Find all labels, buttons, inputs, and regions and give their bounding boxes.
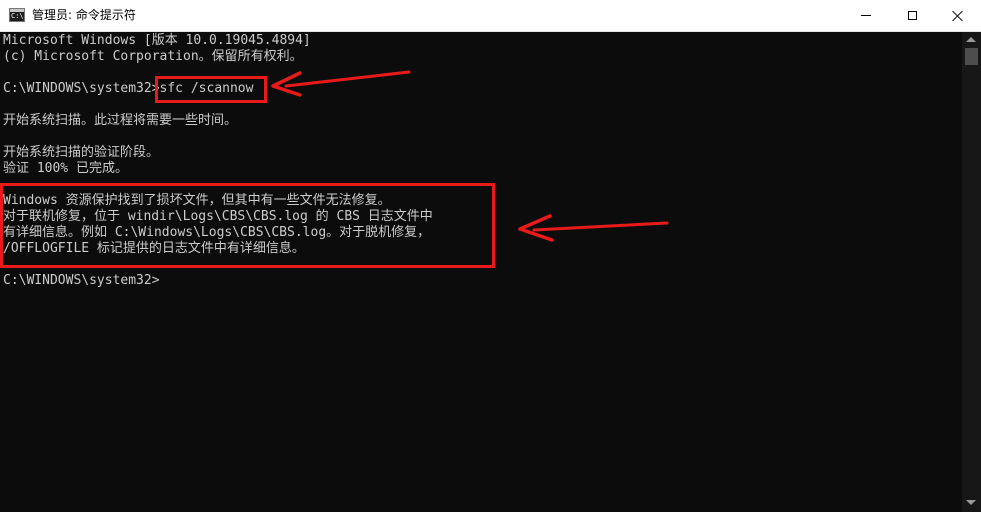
result-line: 有详细信息。例如 C:\Windows\Logs\CBS\CBS.log。对于脱…	[3, 225, 431, 240]
result-line: 对于联机修复，位于 windir\Logs\CBS\CBS.log 的 CBS …	[3, 209, 433, 224]
result-line: Windows 资源保护找到了损坏文件，但其中有一些文件无法修复。	[3, 193, 391, 208]
close-button[interactable]	[935, 0, 981, 31]
console-line: 开始系统扫描。此过程将需要一些时间。	[3, 113, 238, 128]
window-title: 管理员: 命令提示符	[32, 8, 136, 22]
console-line: (c) Microsoft Corporation。保留所有权利。	[3, 49, 303, 64]
console-line: Microsoft Windows [版本 10.0.19045.4894]	[3, 33, 311, 48]
maximize-icon	[907, 11, 917, 20]
result-line: /OFFLOGFILE 标记提供的日志文件中有详细信息。	[3, 241, 305, 256]
close-icon	[952, 10, 964, 22]
command-line-sfc: C:\WINDOWS\system32>sfc /scannow	[3, 81, 254, 96]
scroll-down-arrow-icon[interactable]	[966, 500, 976, 505]
cmd-app-icon[interactable]: C:\	[9, 8, 25, 22]
title-bar[interactable]: C:\ 管理员: 命令提示符	[0, 0, 981, 32]
console-line: 开始系统扫描的验证阶段。	[3, 145, 160, 160]
command-prompt-window: C:\ 管理员: 命令提示符 Microsoft Windows [版本 10.…	[0, 0, 981, 512]
minimize-button[interactable]	[843, 0, 889, 31]
cmd-icon-glyph: C:\	[11, 12, 24, 20]
console-line: 验证 100% 已完成。	[3, 161, 128, 176]
scrollbar-thumb[interactable]	[965, 48, 978, 65]
vertical-scrollbar[interactable]	[962, 32, 981, 512]
console-output[interactable]: Microsoft Windows [版本 10.0.19045.4894] (…	[0, 32, 962, 512]
prompt-line: C:\WINDOWS\system32>	[3, 273, 160, 288]
maximize-button[interactable]	[889, 0, 935, 31]
scroll-up-arrow-icon[interactable]	[966, 37, 976, 42]
minimize-icon	[861, 15, 871, 16]
